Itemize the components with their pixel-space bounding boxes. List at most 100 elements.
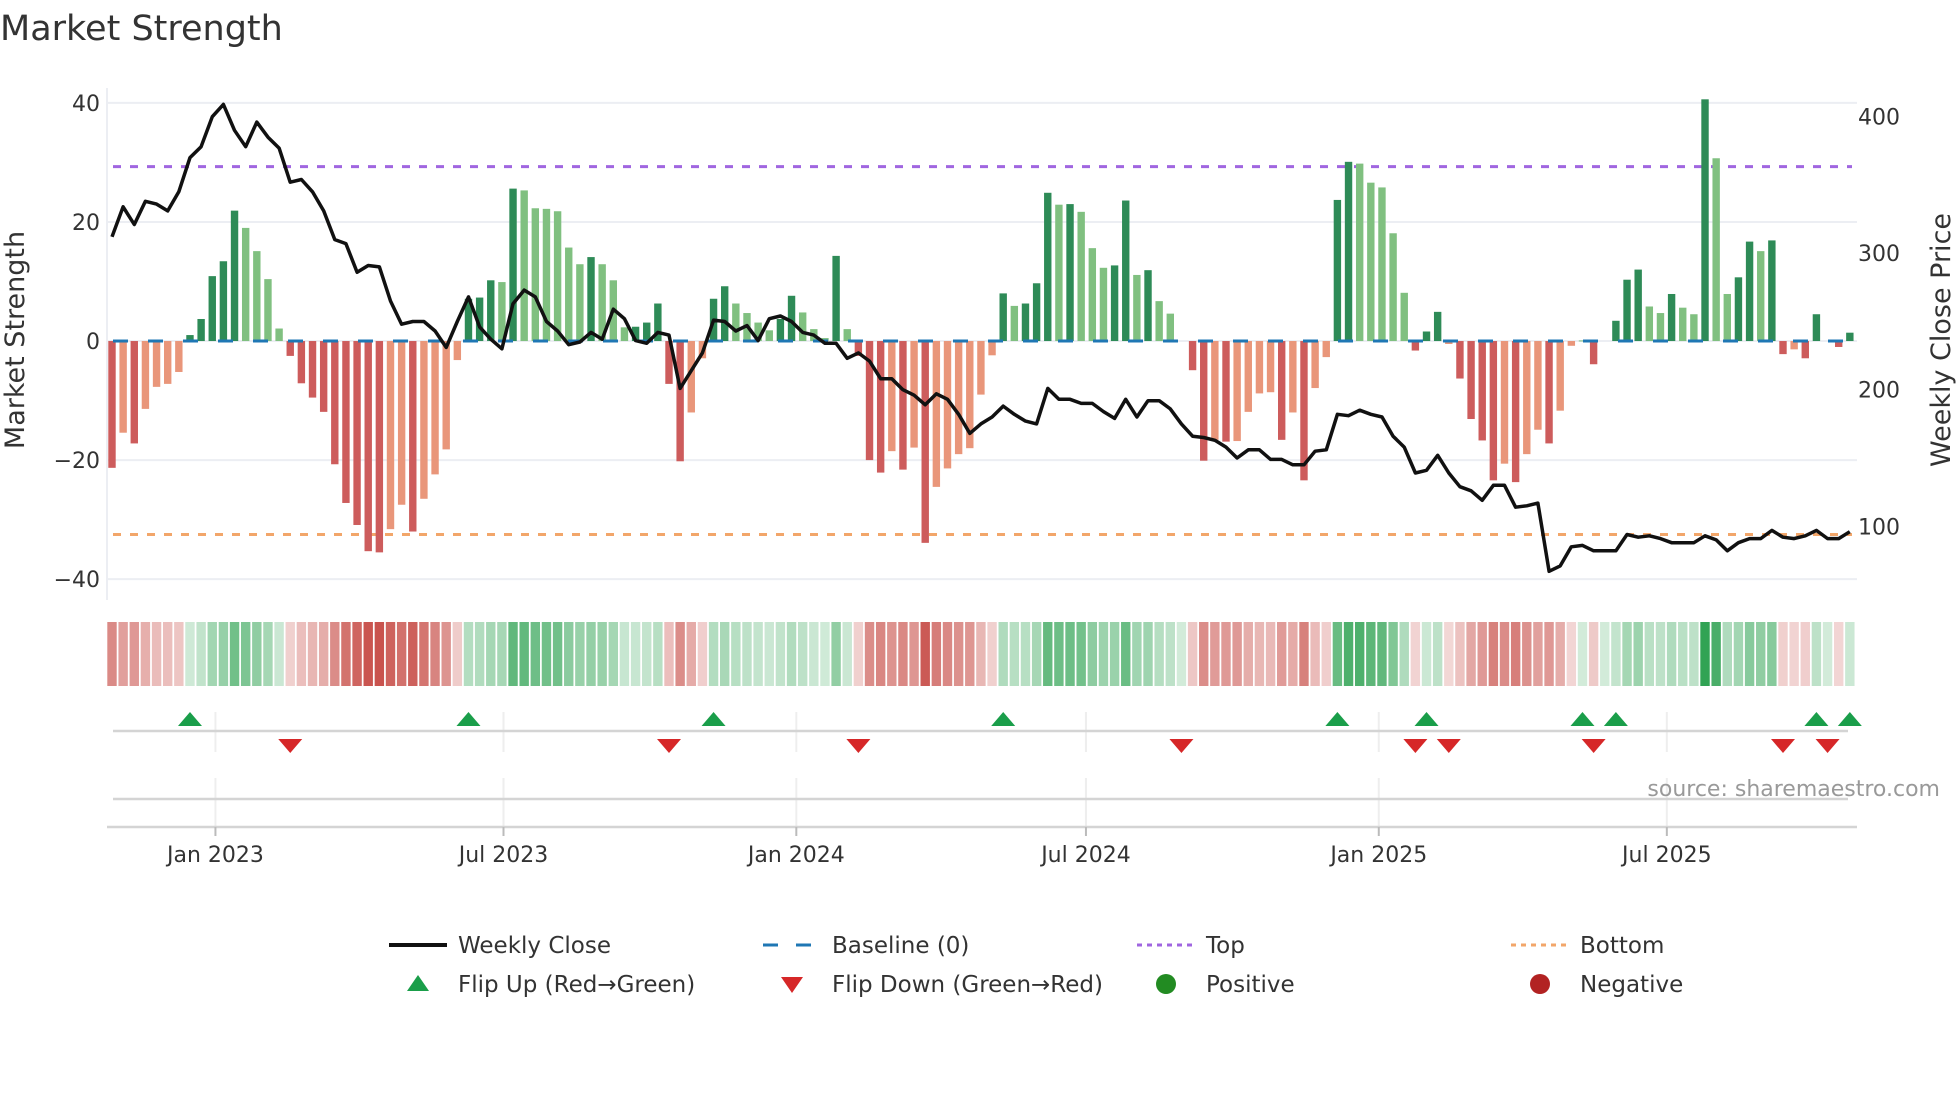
heat-cell [1388,622,1398,686]
heat-cell [1834,622,1844,686]
heat-cell [140,622,151,686]
heat-cell [1611,622,1621,686]
strength-bar [1044,192,1052,342]
strength-bar [397,341,406,505]
flip-down-marker [278,739,303,753]
x-tick-label: Jul 2024 [1039,843,1131,868]
heat-cell [753,622,763,686]
heat-cell [396,622,407,686]
heat-cell [1499,622,1510,686]
heat-cell [385,622,396,686]
heat-cell [1399,622,1409,686]
heat-cell [196,622,206,686]
heat-cell [1533,622,1543,686]
strength-bar [553,211,562,342]
legend-flip-down-green-red-item: Flip Down (Green→Red) [781,972,1103,998]
strength-bar [1690,314,1698,342]
heat-cell [1466,622,1476,686]
x-tick-label: Jan 2023 [165,843,264,868]
circle-icon [1156,974,1176,994]
strength-bar [453,341,462,361]
triangle-down-icon [781,977,803,993]
heat-cell [664,622,674,686]
flip-down-marker [1581,739,1606,753]
heat-cell [1243,622,1253,686]
strength-bar [676,341,684,462]
heat-cell [1332,622,1343,686]
x-tick-label: Jan 2024 [746,843,845,868]
heat-cell [965,622,975,686]
y-tick-label: −20 [54,449,100,474]
flip-up-marker [1804,712,1829,726]
heat-cell [1009,622,1020,686]
strength-bar [565,247,573,342]
flip-down-marker [1403,739,1428,753]
heat-cell [1700,622,1710,686]
heat-cell [519,622,529,686]
flip-up-marker [177,712,202,726]
heat-cell [1054,622,1064,686]
heat-cell [530,622,541,686]
heat-cell [1165,622,1175,686]
strength-bar [1244,341,1252,412]
strength-bar [888,341,896,452]
strength-bar [899,341,907,470]
strength-bar [520,190,528,342]
heat-cell [508,622,518,686]
strength-bar [776,318,785,342]
flip-markers [113,712,1862,801]
strength-bar [409,341,417,532]
heat-cell [1377,622,1387,686]
strength-bar [1846,332,1854,342]
x-tick-label: Jan 2025 [1328,843,1427,868]
heat-cell [864,622,875,686]
heat-cell [129,622,139,686]
strength-bar [286,341,294,356]
heat-cell [1020,622,1031,686]
heat-cell [1254,622,1265,686]
heat-cell [341,622,351,686]
legend-bottom-item: Bottom [1511,933,1664,959]
strength-bar [1567,341,1576,346]
strength-bar [297,341,306,384]
heat-cell [1733,622,1744,686]
strength-bar [1355,163,1364,342]
strength-bar [921,341,929,543]
heat-cell [285,622,295,686]
strength-bar [420,341,428,499]
strength-bar [364,341,372,552]
heat-cell [541,622,552,686]
heat-cell [909,622,919,686]
strength-bar [732,303,740,342]
heat-cell [1566,622,1577,686]
heat-cell [1822,622,1833,686]
heat-cell [207,622,217,686]
heat-cell [552,622,563,686]
strength-bar [1812,314,1821,342]
strength-bar [487,280,495,342]
strength-bar [999,293,1007,342]
market-strength-chart: Market Strength 40200−20−40400300200100J… [0,9,1957,998]
legend-positive-item: Positive [1156,972,1295,998]
heat-cell [118,622,128,686]
strength-bar [1656,313,1665,342]
strength-bar [1556,341,1564,411]
heat-cell [1544,622,1554,686]
strength-bar [1456,341,1464,379]
heat-cell [675,622,685,686]
strength-bar [977,341,985,395]
heat-cell [697,622,708,686]
flip-up-marker [1603,712,1628,726]
heat-cell [1187,622,1198,686]
weekly-close-line [110,102,1851,574]
y-tick-label: −40 [54,568,100,593]
heat-cell [1644,622,1655,686]
strength-bar [1389,233,1397,342]
heat-cell [564,622,574,686]
y2-tick-label: 200 [1858,379,1900,404]
flip-down-marker [1771,739,1795,753]
strength-bar [442,341,450,450]
strength-bar [1801,341,1809,359]
heat-cell [931,622,942,686]
strength-bar [1188,341,1197,371]
